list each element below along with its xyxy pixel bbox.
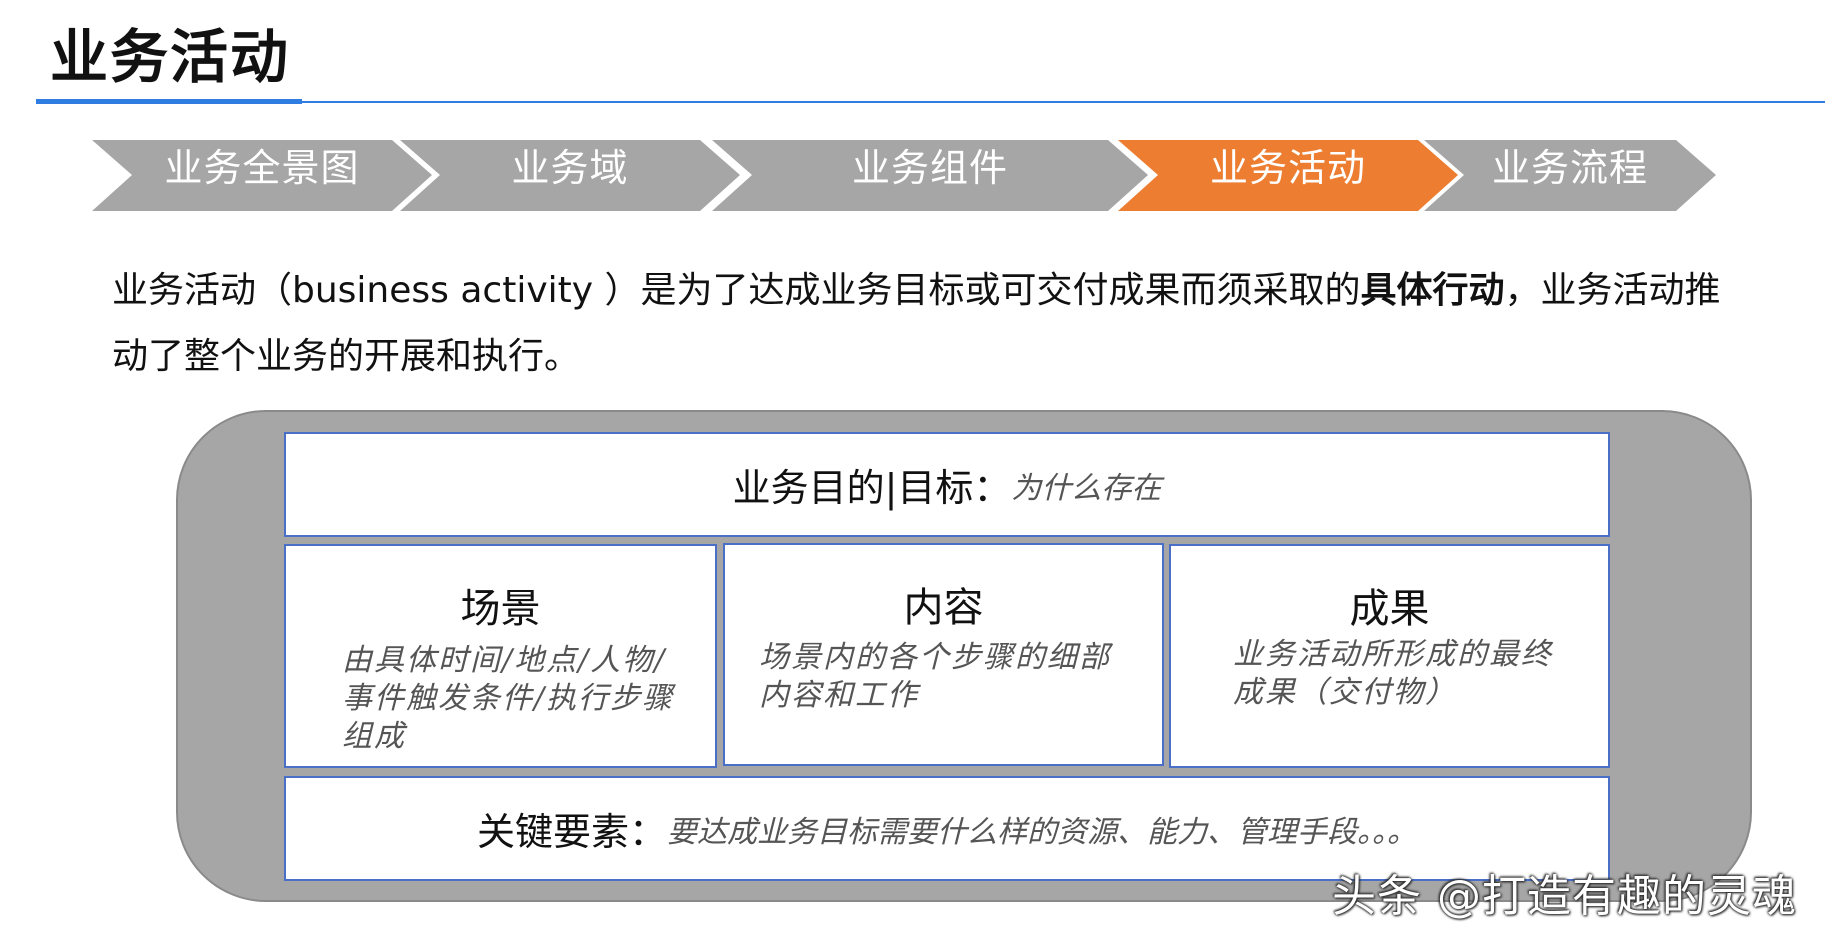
elements-label: 关键要素： [476,810,667,854]
content-box: 内容 场景内的各个步骤的细部内容和工作 [723,543,1164,766]
intro-bold: 具体行动 [1360,270,1505,311]
step-label-process: 业务流程 [1491,146,1648,190]
content-title: 内容 [903,585,984,631]
step-label-activity: 业务活动 [1209,146,1366,190]
intro-paragraph: 业务活动（business activity ）是为了达成业务目标或可交付成果而… [112,258,1752,390]
result-box: 成果 业务活动所形成的最终成果（交付物） [1169,544,1610,768]
step-label-overview: 业务全景图 [164,146,360,190]
step-label-domain: 业务域 [511,146,629,190]
elements-hint: 要达成业务目标需要什么样的资源、能力、管理手段。。。 [667,814,1417,850]
goal-hint: 为什么存在 [1011,470,1162,506]
scene-box: 场景 由具体时间/地点/人物/事件触发条件/执行步骤组成 [284,544,717,768]
watermark: 头条 @打造有趣的灵魂 [1332,871,1797,922]
result-title: 成果 [1349,586,1430,632]
content-desc: 场景内的各个步骤的细部内容和工作 [759,640,1111,713]
step-label-component: 业务组件 [851,146,1008,190]
scene-title: 场景 [460,586,541,632]
scene-desc: 由具体时间/地点/人物/事件触发条件/执行步骤组成 [342,643,675,754]
goal-box: 业务目的|目标： 为什么存在 [284,432,1610,537]
result-desc: 业务活动所形成的最终成果（交付物） [1233,637,1553,710]
intro-text-1: 业务活动（business activity ）是为了达成业务目标或可交付成果而… [112,270,1361,311]
goal-label: 业务目的|目标： [732,466,1012,510]
